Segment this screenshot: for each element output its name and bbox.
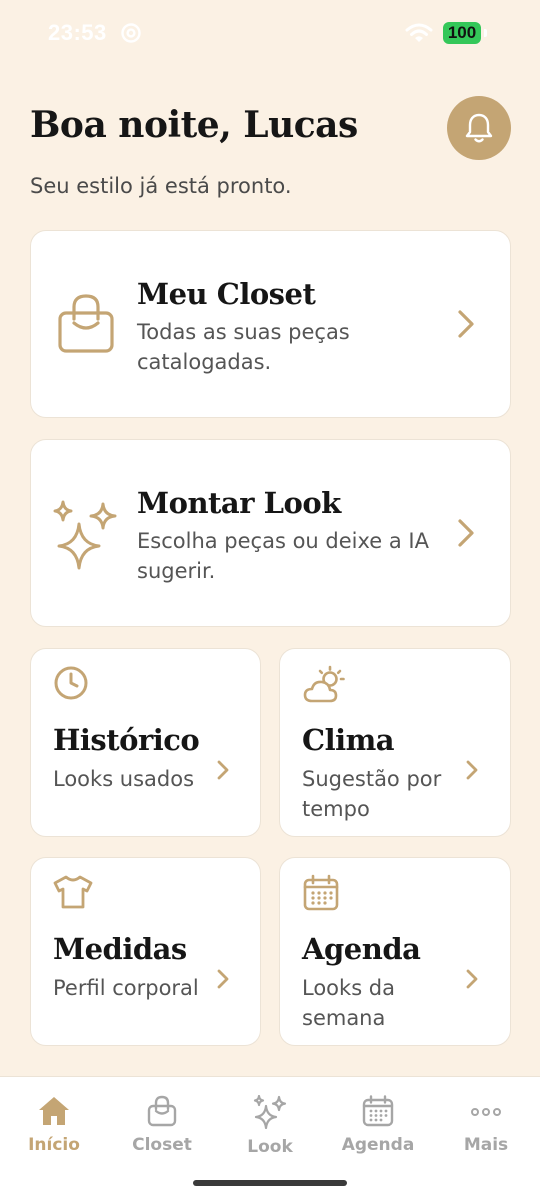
chevron-right-icon [465, 759, 479, 785]
card-historico[interactable]: Histórico Looks usados [30, 648, 261, 837]
sparkles-icon [253, 1095, 287, 1129]
card-title: Meu Closet [137, 277, 316, 311]
card-title: Montar Look [137, 486, 341, 520]
home-icon [39, 1097, 69, 1125]
bag-icon [147, 1095, 177, 1127]
card-clima[interactable]: Clima Sugestão por tempo [279, 648, 511, 837]
status-time: 23:53 [48, 20, 107, 45]
bell-icon [465, 113, 493, 143]
chevron-right-icon [457, 309, 475, 343]
page-title: Boa noite, Lucas [30, 104, 358, 146]
card-medidas[interactable]: Medidas Perfil corporal [30, 857, 261, 1046]
chevron-right-icon [216, 968, 230, 994]
wifi-icon [405, 22, 433, 48]
tab-closet[interactable]: Closet [108, 1095, 216, 1155]
page-subtitle: Seu estilo já está pronto. [30, 174, 292, 198]
card-description: Sugestão por tempo [302, 767, 442, 821]
tab-inicio[interactable]: Início [0, 1095, 108, 1155]
tshirt-icon [53, 874, 93, 914]
card-description: Perfil corporal [53, 976, 199, 1000]
card-description: Escolha peças ou deixe a IA sugerir. [137, 529, 429, 583]
home-indicator[interactable] [193, 1180, 347, 1186]
sparkles-icon [51, 500, 119, 574]
at-sign-icon [120, 22, 142, 48]
calendar-icon [362, 1095, 394, 1127]
card-montar-look[interactable]: Montar Look Escolha peças ou deixe a IA … [30, 439, 511, 627]
shopping-bag-icon [57, 293, 115, 359]
calendar-icon [302, 874, 340, 916]
tab-look[interactable]: Look [216, 1095, 324, 1157]
card-description: Looks usados [53, 767, 195, 791]
clock-icon [53, 665, 89, 705]
battery-tip [484, 29, 487, 37]
tab-agenda[interactable]: Agenda [324, 1095, 432, 1155]
chevron-right-icon [465, 968, 479, 994]
card-description: Looks da semana [302, 976, 396, 1030]
tab-label: Agenda [341, 1135, 415, 1155]
card-title: Clima [302, 723, 395, 757]
card-title: Histórico [53, 723, 200, 757]
card-title: Medidas [53, 932, 187, 966]
more-icon [471, 1108, 501, 1116]
card-title: Agenda [302, 932, 421, 966]
tab-label: Mais [463, 1135, 509, 1155]
weather-icon [302, 665, 346, 709]
notifications-button[interactable] [447, 96, 511, 160]
card-description: Todas as suas peças catalogadas. [137, 320, 350, 374]
tab-label: Início [28, 1135, 80, 1155]
status-bar: 23:53 100 [0, 0, 540, 66]
card-meu-closet[interactable]: Meu Closet Todas as suas peças catalogad… [30, 230, 511, 418]
chevron-right-icon [457, 518, 475, 552]
card-agenda[interactable]: Agenda Looks da semana [279, 857, 511, 1046]
battery-indicator: 100 [443, 22, 481, 44]
chevron-right-icon [216, 759, 230, 785]
tab-label: Closet [132, 1135, 192, 1155]
tab-mais[interactable]: Mais [432, 1095, 540, 1155]
tab-label: Look [247, 1137, 293, 1157]
